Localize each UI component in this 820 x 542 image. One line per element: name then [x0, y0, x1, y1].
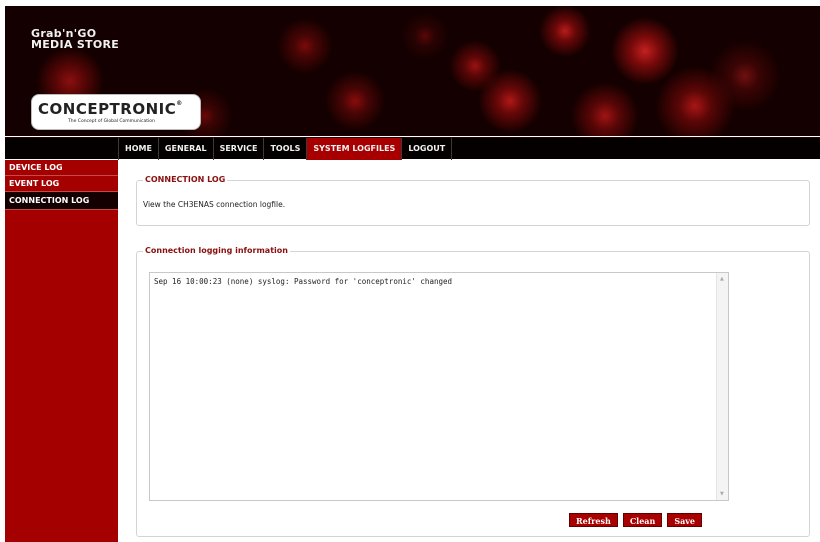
- nav-tools[interactable]: TOOLS: [263, 138, 306, 160]
- store-name: Grab'n'GO MEDIA STORE: [31, 28, 119, 50]
- sidebar-item-device-log[interactable]: DEVICE LOG: [5, 160, 118, 176]
- nav-home[interactable]: HOME: [118, 138, 158, 160]
- logo-wordmark: CONCEPTRONIC®: [38, 100, 183, 118]
- log-scrollbar[interactable]: ▲ ▼: [716, 273, 728, 500]
- nav-logout[interactable]: LOGOUT: [401, 138, 453, 160]
- store-name-line2: MEDIA STORE: [31, 38, 120, 51]
- nav-system-logfiles[interactable]: SYSTEM LOGFILES: [306, 138, 402, 160]
- connection-log-title: CONNECTION LOG: [143, 175, 228, 184]
- log-text: Sep 16 10:00:23 (none) syslog: Password …: [154, 277, 453, 286]
- header-banner: Grab'n'GO MEDIA STORE CONCEPTRONIC® The …: [5, 6, 820, 136]
- scroll-up-arrow-icon[interactable]: ▲: [720, 276, 724, 282]
- connection-log-description: View the CH3ENAS connection logfile.: [143, 200, 286, 209]
- logging-info-title: Connection logging information: [143, 246, 290, 255]
- sidebar-item-connection-log[interactable]: CONNECTION LOG: [5, 192, 118, 210]
- logging-info-panel: Connection logging information Sep 16 10…: [136, 246, 810, 537]
- connection-log-panel: CONNECTION LOG View the CH3ENAS connecti…: [136, 175, 810, 226]
- logo-registered-mark: ®: [176, 100, 183, 107]
- clean-button[interactable]: Clean: [622, 513, 663, 527]
- logo-text: CONCEPTRONIC: [38, 100, 177, 118]
- conceptronic-logo: CONCEPTRONIC® The Concept of Global Comm…: [31, 94, 201, 130]
- top-nav: HOME GENERAL SERVICE TOOLS SYSTEM LOGFIL…: [5, 137, 820, 160]
- refresh-button[interactable]: Refresh: [569, 513, 618, 527]
- nav-service[interactable]: SERVICE: [212, 138, 264, 160]
- save-button[interactable]: Save: [667, 513, 703, 527]
- sidebar-item-event-log[interactable]: EVENT LOG: [5, 176, 118, 192]
- log-textarea[interactable]: Sep 16 10:00:23 (none) syslog: Password …: [149, 272, 729, 501]
- sidebar: DEVICE LOG EVENT LOG CONNECTION LOG: [5, 160, 118, 542]
- log-actions: Refresh Clean Save: [569, 513, 703, 527]
- logo-tagline: The Concept of Global Communication: [68, 119, 155, 124]
- nav-general[interactable]: GENERAL: [157, 138, 213, 160]
- scroll-down-arrow-icon[interactable]: ▼: [720, 491, 724, 497]
